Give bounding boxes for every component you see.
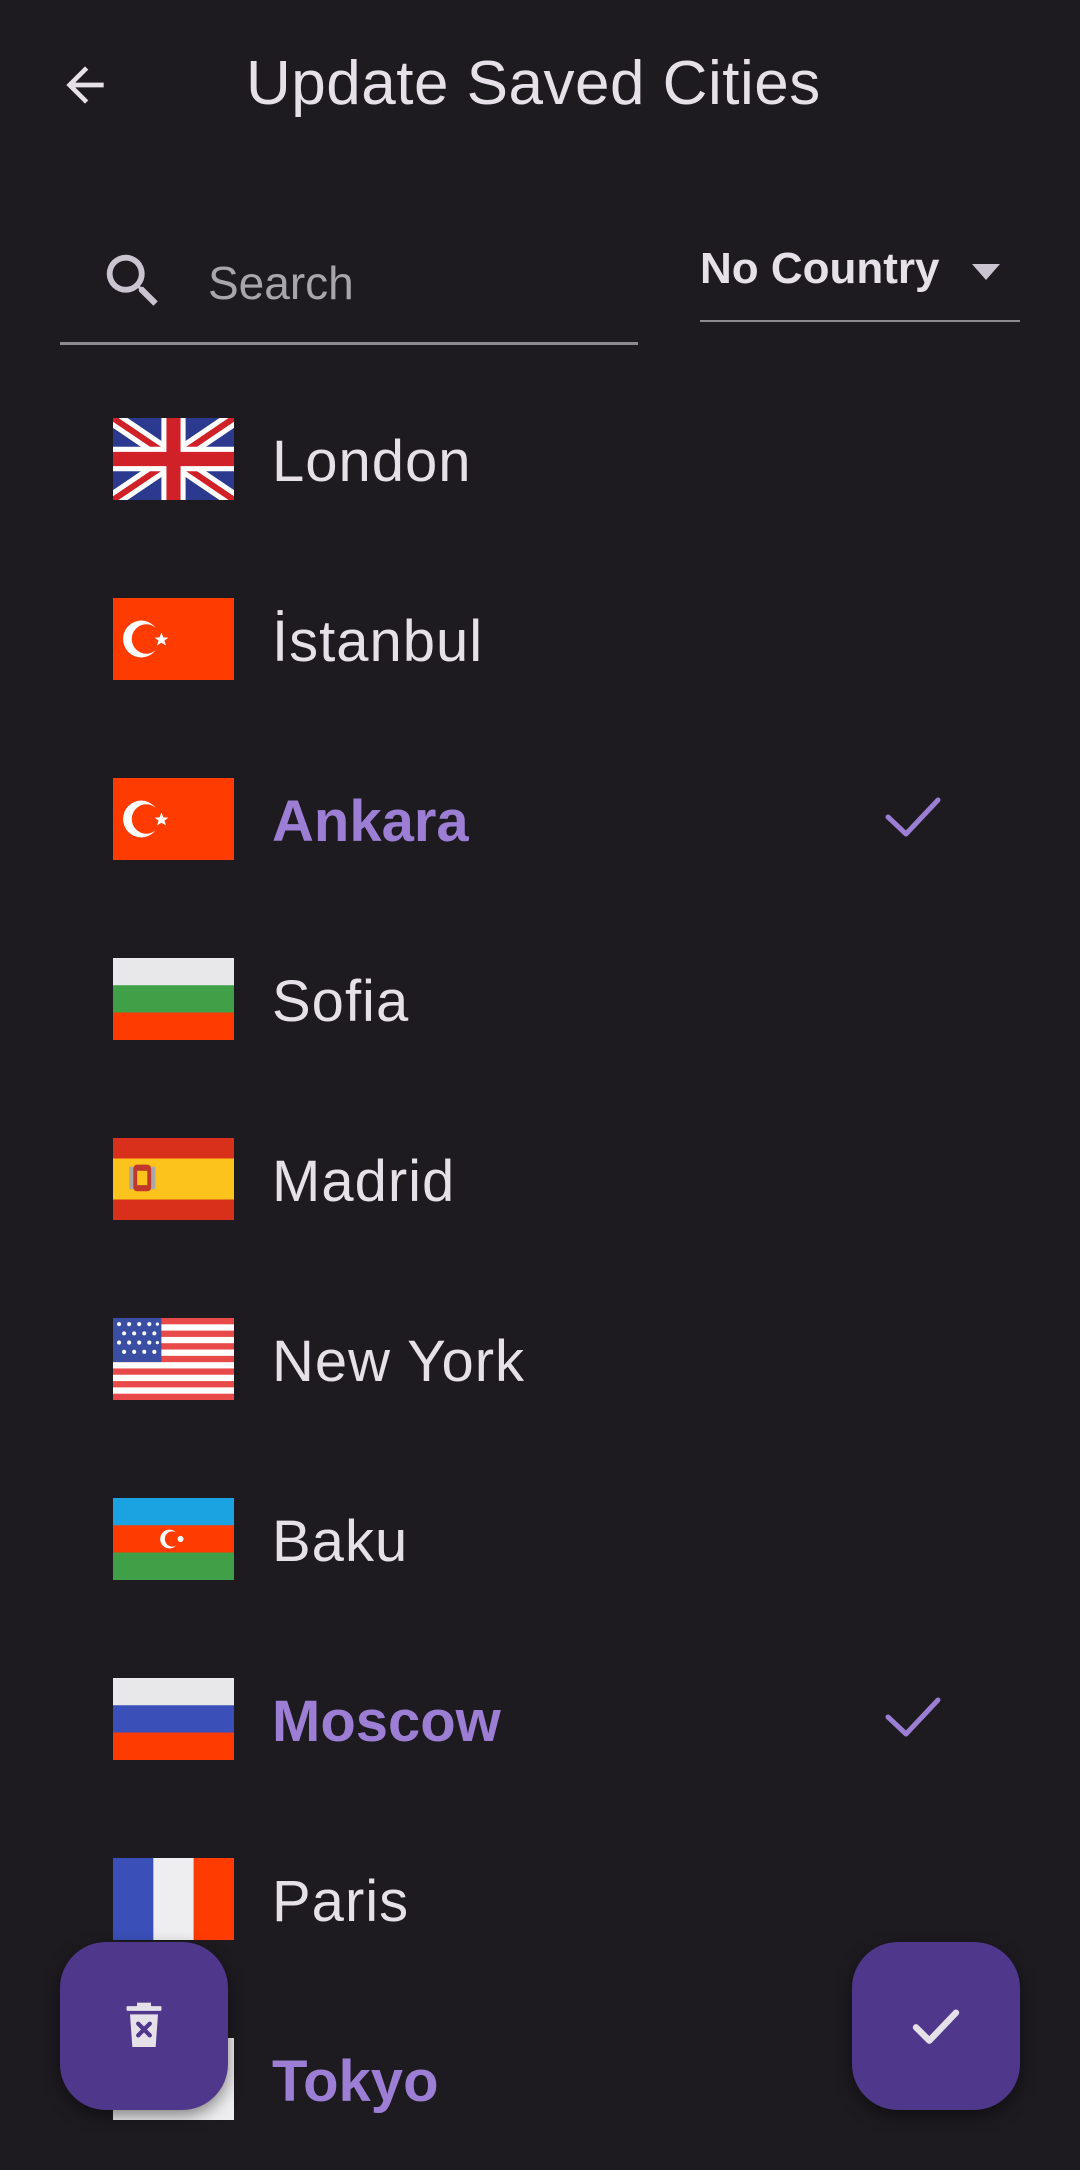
city-name: Baku: [272, 1509, 409, 1574]
check-icon: [912, 2009, 960, 2044]
city-name: Ankara: [272, 789, 469, 854]
city-row-sofia[interactable]: Sofia: [0, 900, 1080, 1080]
russia-flag-icon: [113, 1678, 234, 1760]
city-row-new-york[interactable]: New York: [0, 1260, 1080, 1440]
turkey-flag-icon: [113, 598, 234, 680]
city-list: London İstanbul Ankara Sofia Madrid New …: [0, 360, 1080, 2170]
city-row-istanbul[interactable]: İstanbul: [0, 540, 1080, 720]
city-name: Tokyo: [272, 2049, 439, 2114]
usa-flag-icon: [113, 1318, 234, 1400]
country-dropdown[interactable]: No Country: [700, 230, 1020, 322]
dropdown-arrow-icon: [972, 264, 1000, 280]
uk-flag-icon: [113, 418, 234, 500]
city-row-madrid[interactable]: Madrid: [0, 1080, 1080, 1260]
delete-button[interactable]: [60, 1942, 228, 2110]
city-name: Madrid: [272, 1149, 456, 1214]
azerbaijan-flag-icon: [113, 1498, 234, 1580]
check-icon: [885, 1697, 941, 1737]
city-name: London: [272, 429, 472, 494]
search-input[interactable]: [206, 252, 620, 314]
search-icon: [106, 254, 158, 306]
confirm-button[interactable]: [852, 1942, 1020, 2110]
city-row-ankara[interactable]: Ankara: [0, 720, 1080, 900]
city-row-moscow[interactable]: Moscow: [0, 1620, 1080, 1800]
france-flag-icon: [113, 1858, 234, 1940]
turkey-flag-icon: [113, 778, 234, 860]
city-row-baku[interactable]: Baku: [0, 1440, 1080, 1620]
city-name: Paris: [272, 1869, 410, 1934]
arrow-back-icon: [66, 66, 104, 104]
check-icon: [885, 797, 941, 837]
back-button[interactable]: [40, 40, 130, 130]
city-name: Sofia: [272, 969, 410, 1034]
city-name: New York: [272, 1329, 526, 1394]
city-name: İstanbul: [272, 609, 484, 674]
country-dropdown-value: No Country: [700, 244, 940, 293]
city-name: Moscow: [272, 1689, 501, 1754]
top-app-bar: Update Saved Cities: [0, 0, 1080, 170]
spain-flag-icon: [113, 1138, 234, 1220]
bulgaria-flag-icon: [113, 958, 234, 1040]
delete-icon: [126, 2002, 162, 2047]
search-field[interactable]: [60, 230, 638, 345]
city-row-london[interactable]: London: [0, 360, 1080, 540]
page-title: Update Saved Cities: [246, 49, 821, 118]
